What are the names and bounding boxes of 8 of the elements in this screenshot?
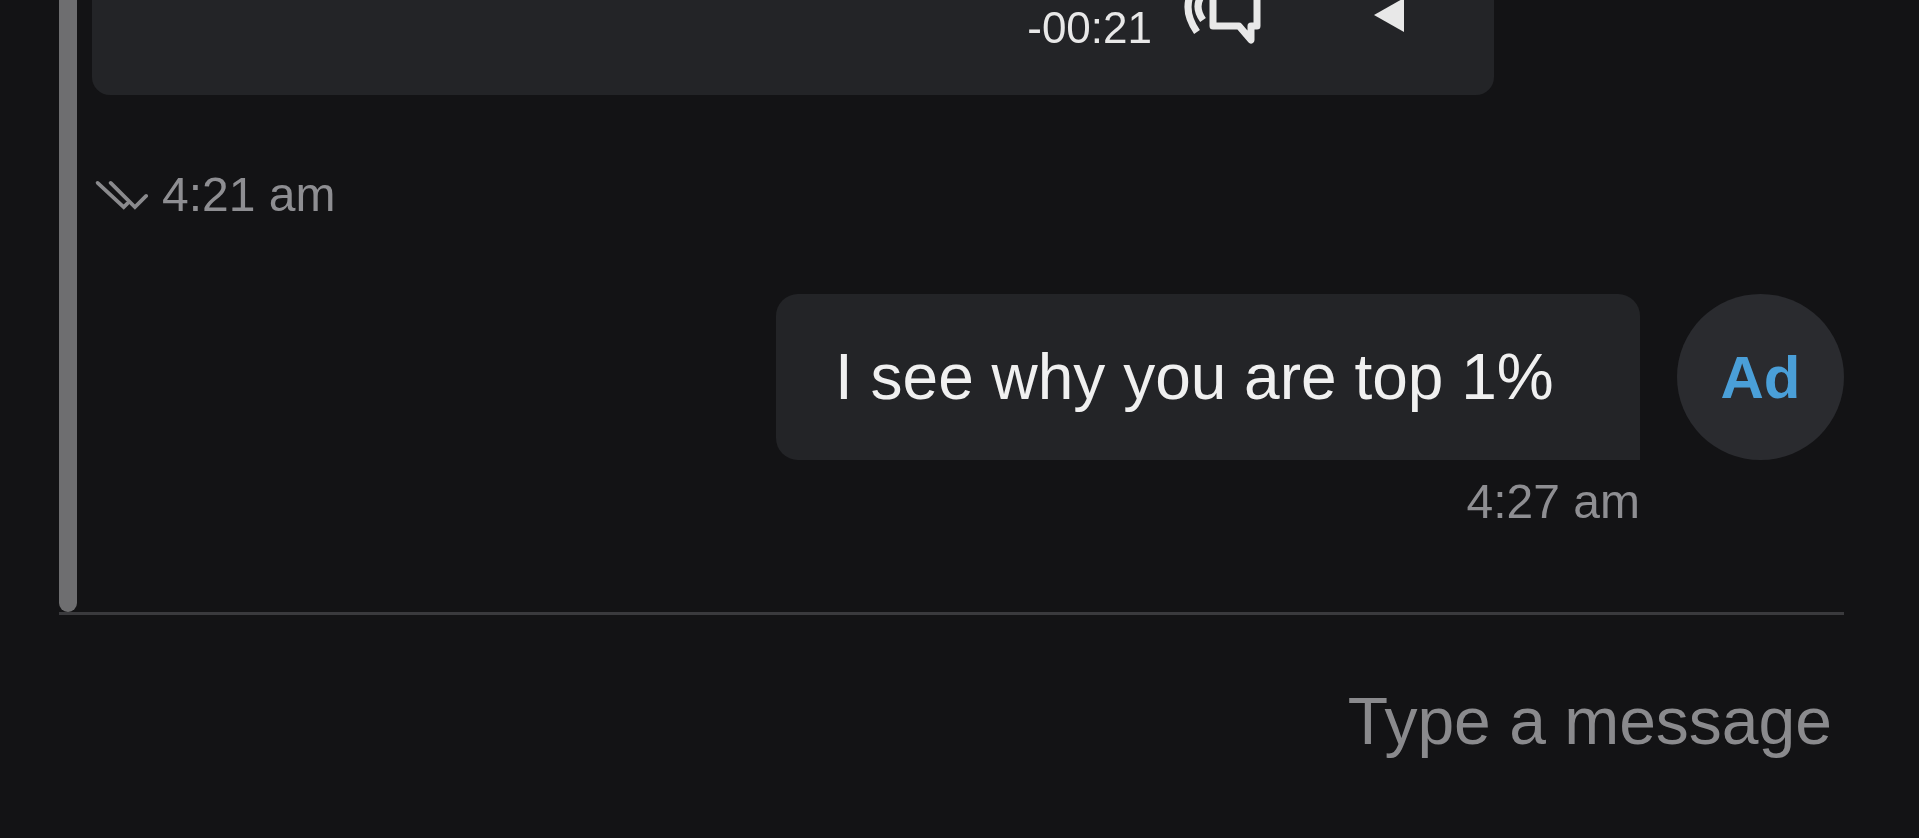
message-time: 4:27 am	[1466, 474, 1640, 529]
message-input-field[interactable]: Type a message	[1312, 683, 1832, 759]
audio-remaining-time: -00:21	[1027, 6, 1152, 50]
message-time: 4:21 am	[162, 167, 336, 222]
scrollbar[interactable]	[59, 0, 77, 612]
avatar[interactable]: Ad	[1677, 294, 1844, 460]
message-bubble: I see why you are top 1%	[776, 294, 1640, 460]
play-icon[interactable]	[1374, 0, 1404, 32]
